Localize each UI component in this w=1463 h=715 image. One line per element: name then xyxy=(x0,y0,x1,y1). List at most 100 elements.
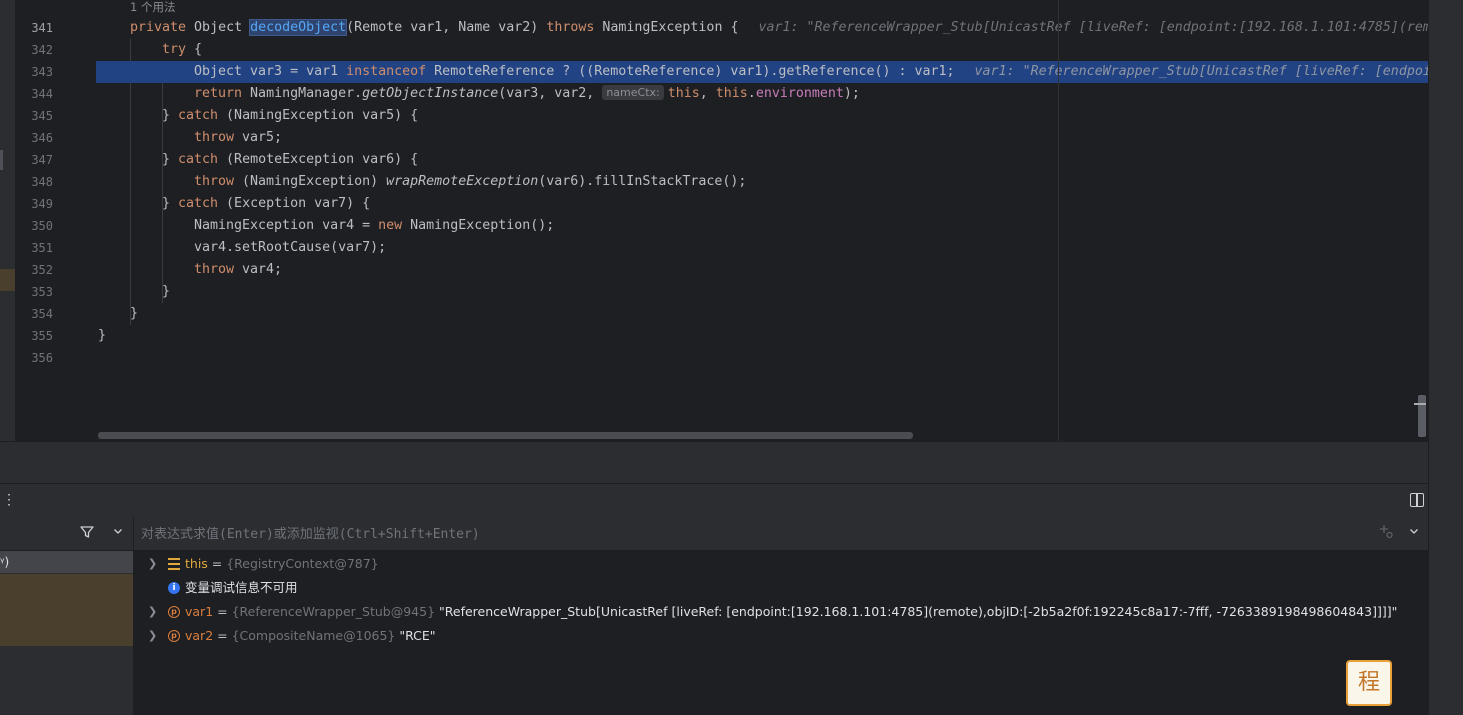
keyword: private xyxy=(130,20,187,35)
line-number[interactable]: 342 xyxy=(15,39,53,61)
static-method: getObjectInstance xyxy=(362,86,499,101)
right-margin-guide xyxy=(1058,0,1059,441)
funnel-icon[interactable] xyxy=(80,525,94,539)
parameter-icon: p xyxy=(168,606,180,618)
code-line-353[interactable]: } xyxy=(96,281,1428,303)
variable-eq: = xyxy=(207,556,227,571)
horizontal-scrollbar[interactable] xyxy=(98,432,913,439)
line-number[interactable]: 353 xyxy=(15,281,53,303)
code-text: . xyxy=(747,86,756,101)
line-number[interactable]: 348 xyxy=(15,171,53,193)
line-number[interactable]: 352 xyxy=(15,259,53,281)
frames-toolbar xyxy=(0,517,133,551)
line-number[interactable]: 347 xyxy=(15,149,53,171)
variables-panel: ❯ this = {RegistryContext@787} i 变量调试信息不… xyxy=(134,517,1428,715)
code-text: Object xyxy=(186,20,251,35)
line-number[interactable]: 345 xyxy=(15,105,53,127)
variable-name: this xyxy=(185,556,208,571)
code-text: (var6).fillInStackTrace(); xyxy=(538,174,747,189)
keyword: this xyxy=(715,86,748,101)
code-text: } xyxy=(162,108,179,123)
field-stack-icon xyxy=(168,558,180,570)
code-line-343-execution[interactable]: Object var3 = var1 instanceof RemoteRefe… xyxy=(96,61,1428,83)
variable-eq: = xyxy=(213,604,232,619)
code-text: (Remote var1, Name var2) xyxy=(346,20,547,35)
right-tool-strip xyxy=(1428,0,1463,715)
evaluate-expression-input[interactable] xyxy=(141,524,1341,544)
code-text: NamingException { xyxy=(594,20,739,35)
code-line-352[interactable]: throw var4; xyxy=(96,259,1428,281)
info-message: 变量调试信息不可用 xyxy=(185,580,298,595)
variable-row-this[interactable]: ❯ this = {RegistryContext@787} xyxy=(134,552,1428,576)
line-number-gutter[interactable]: 341 342 343 344 345 346 347 348 349 350 … xyxy=(15,0,96,441)
line-number[interactable]: 351 xyxy=(15,237,53,259)
keyword: throw xyxy=(194,174,235,189)
code-line-345[interactable]: } catch (NamingException var5) { xyxy=(96,105,1428,127)
layout-settings-icon[interactable] xyxy=(1410,493,1424,507)
scrollbar-caret-mark xyxy=(1414,403,1426,405)
chevron-down-icon[interactable] xyxy=(1408,525,1420,537)
code-line-341[interactable]: private Object decodeObject(Remote var1,… xyxy=(96,17,1428,39)
code-line-355[interactable]: } xyxy=(96,325,1428,347)
code-line-342[interactable]: try { xyxy=(96,39,1428,61)
keyword: this xyxy=(667,86,700,101)
inline-value-hint[interactable]: var1: "ReferenceWrapper_Stub[UnicastRef … xyxy=(975,64,1428,79)
variable-row-var2[interactable]: ❯ p var2 = {CompositeName@1065} "RCE" xyxy=(134,624,1428,648)
selected-frame[interactable]: ᵞ) xyxy=(0,551,133,573)
line-number[interactable]: 344 xyxy=(15,83,53,105)
line-number[interactable]: 349 xyxy=(15,193,53,215)
info-icon: i xyxy=(168,582,180,594)
method-name-selected[interactable]: decodeObject xyxy=(249,19,348,36)
line-number[interactable]: 355 xyxy=(15,325,53,347)
keyword: try xyxy=(162,42,187,57)
frame-list-area[interactable] xyxy=(0,574,133,646)
add-watch-icon[interactable] xyxy=(1378,523,1394,539)
variable-text: var2 = {CompositeName@1065} "RCE" xyxy=(185,624,436,648)
line-number[interactable]: 350 xyxy=(15,215,53,237)
static-method: wrapRemoteException xyxy=(386,174,539,189)
keyword: catch xyxy=(178,196,219,211)
chevron-right-icon[interactable]: ❯ xyxy=(148,600,157,624)
variable-value: "ReferenceWrapper_Stub[UnicastRef [liveR… xyxy=(435,604,1398,619)
code-editor[interactable]: 341 342 343 344 345 346 347 348 349 350 … xyxy=(0,0,1428,441)
code-text: (NamingException var5) { xyxy=(218,108,419,123)
code-text: RemoteReference ? ((RemoteReference) var… xyxy=(426,64,955,79)
line-number[interactable]: 354 xyxy=(15,303,53,325)
code-line-348[interactable]: throw (NamingException) wrapRemoteExcept… xyxy=(96,171,1428,193)
code-text: Object var3 = var1 xyxy=(194,64,347,79)
evaluate-expression-bar xyxy=(134,517,1428,551)
code-text: ); xyxy=(843,86,860,101)
code-line-354[interactable]: } xyxy=(96,303,1428,325)
parameter-icon: p xyxy=(168,630,180,642)
inline-value-hint[interactable]: var1: "ReferenceWrapper_Stub[UnicastRef … xyxy=(758,20,1428,35)
code-text: , xyxy=(699,86,716,101)
keyword: instanceof xyxy=(346,64,427,79)
code-line-351[interactable]: var4.setRootCause(var7); xyxy=(96,237,1428,259)
code-text: } xyxy=(130,306,139,321)
code-line-347[interactable]: } catch (RemoteException var6) { xyxy=(96,149,1428,171)
line-number[interactable]: 356 xyxy=(15,347,53,369)
code-text: var4.setRootCause(var7); xyxy=(194,240,387,255)
code-text: NamingException(); xyxy=(402,218,555,233)
code-line-344[interactable]: return NamingManager.getObjectInstance(v… xyxy=(96,83,1428,105)
more-options-icon[interactable]: ⋮ xyxy=(2,492,16,508)
vertical-scrollbar[interactable] xyxy=(1418,395,1426,437)
chevron-right-icon[interactable]: ❯ xyxy=(148,552,157,576)
variable-name: var2 xyxy=(185,628,214,643)
code-text: (RemoteException var6) { xyxy=(218,152,419,167)
chevron-right-icon[interactable]: ❯ xyxy=(148,624,157,648)
code-text: (NamingException) xyxy=(234,174,387,189)
code-line-350[interactable]: NamingException var4 = new NamingExcepti… xyxy=(96,215,1428,237)
code-text: } xyxy=(98,328,107,343)
chevron-down-icon[interactable] xyxy=(112,525,124,537)
keyword: return xyxy=(194,86,243,101)
line-number[interactable]: 341 xyxy=(15,17,53,39)
line-number[interactable]: 346 xyxy=(15,127,53,149)
code-area[interactable]: private Object decodeObject(Remote var1,… xyxy=(96,0,1428,430)
code-line-349[interactable]: } catch (Exception var7) { xyxy=(96,193,1428,215)
line-number[interactable]: 343 xyxy=(15,61,53,83)
code-line-346[interactable]: throw var5; xyxy=(96,127,1428,149)
debug-tool-window-tabs xyxy=(0,441,1428,484)
variable-row-var1[interactable]: ❯ p var1 = {ReferenceWrapper_Stub@945} "… xyxy=(134,600,1428,624)
variable-type: {ReferenceWrapper_Stub@945} xyxy=(231,604,436,619)
